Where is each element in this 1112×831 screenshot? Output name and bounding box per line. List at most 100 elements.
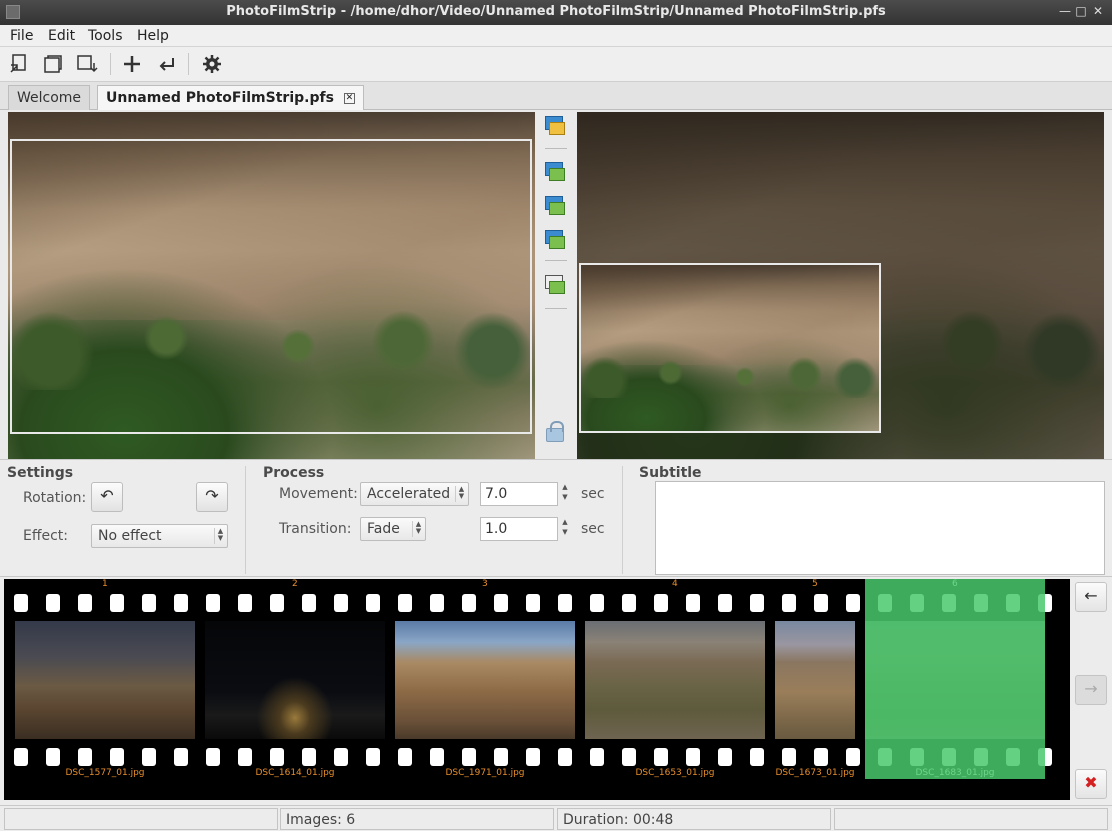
sprocket-hole — [302, 748, 316, 766]
sprocket-hole — [622, 748, 636, 766]
sprocket-hole — [270, 594, 284, 612]
sprocket-hole — [334, 748, 348, 766]
film-strip[interactable]: 1 DSC_1577_01.jpg 2 DSC_1614_01.jpg 3 DS… — [4, 579, 1070, 800]
sprocket-hole — [718, 748, 732, 766]
sprocket-hole — [750, 748, 764, 766]
sprocket-hole — [110, 594, 124, 612]
sprocket-hole — [558, 594, 572, 612]
image-properties-icon[interactable] — [543, 114, 567, 138]
tab-bar: Welcome Unnamed PhotoFilmStrip.pfs ✕ — [0, 82, 1112, 111]
film-thumbnail[interactable] — [585, 621, 765, 739]
sprocket-hole — [78, 748, 92, 766]
status-field-empty — [4, 808, 278, 830]
film-thumbnail[interactable] — [15, 621, 195, 739]
sprocket-hole — [494, 748, 508, 766]
menu-edit[interactable]: Edit — [48, 28, 75, 44]
frame-number: 3 — [482, 579, 488, 589]
save-project-icon[interactable] — [75, 53, 99, 75]
sprocket-hole — [526, 748, 540, 766]
action-column — [537, 110, 575, 460]
settings-title: Settings — [7, 465, 74, 481]
title-bar: PhotoFilmStrip - /home/dhor/Video/Unname… — [0, 0, 1112, 25]
close-window-button[interactable]: ✕ — [1091, 4, 1105, 18]
selected-frame-highlight[interactable]: DSC_1683_01.jpg — [865, 579, 1045, 779]
tab-label: Welcome — [17, 90, 82, 106]
menu-bar: File Edit Tools Help — [0, 25, 1112, 47]
preview-area — [0, 110, 1112, 460]
swap-start-end-icon[interactable] — [543, 228, 567, 252]
new-project-icon[interactable] — [8, 53, 32, 75]
film-thumbnail[interactable] — [395, 621, 575, 739]
sprocket-hole — [366, 594, 380, 612]
settings-icon[interactable] — [200, 53, 224, 75]
remove-image-button[interactable]: ✖ — [1075, 769, 1107, 799]
tab-welcome[interactable]: Welcome — [8, 85, 91, 110]
move-right-button[interactable]: → — [1075, 675, 1107, 705]
sprocket-hole — [462, 748, 476, 766]
movement-label: Movement: — [279, 486, 358, 502]
rotation-label: Rotation: — [23, 490, 87, 506]
effect-dropdown[interactable]: No effect ▲ ▼ — [91, 524, 228, 548]
set-start-to-end-icon[interactable] — [543, 160, 567, 184]
toolbar-separator — [188, 53, 189, 75]
movement-duration-input[interactable]: 7.0 — [480, 482, 558, 506]
sprocket-hole — [590, 594, 604, 612]
spin-arrows-icon: ▲ ▼ — [455, 486, 465, 502]
sprocket-hole — [174, 748, 188, 766]
transition-duration-input[interactable]: 1.0 — [480, 517, 558, 541]
sprocket-hole — [782, 594, 796, 612]
start-image-preview[interactable] — [8, 112, 535, 459]
rotate-left-button[interactable]: ↶ — [91, 482, 123, 512]
undo-icon[interactable] — [155, 53, 179, 75]
maximize-button[interactable]: □ — [1074, 4, 1088, 18]
film-thumbnail[interactable] — [775, 621, 855, 739]
subtitle-input[interactable] — [655, 481, 1105, 575]
movement-unit: sec — [581, 486, 605, 502]
sprocket-hole — [142, 594, 156, 612]
sprocket-hole — [430, 748, 444, 766]
menu-help[interactable]: Help — [137, 28, 169, 44]
open-project-icon[interactable] — [41, 53, 65, 75]
movement-dropdown[interactable]: Accelerated ▲ ▼ — [360, 482, 469, 506]
transition-unit: sec — [581, 521, 605, 537]
film-thumbnail[interactable] — [205, 621, 385, 739]
menu-tools[interactable]: Tools — [88, 28, 123, 44]
random-motion-icon[interactable] — [543, 273, 567, 297]
frame-number: 4 — [672, 579, 678, 589]
menu-file[interactable]: File — [10, 28, 33, 44]
set-end-to-start-icon[interactable] — [543, 194, 567, 218]
tab-label: Unnamed PhotoFilmStrip.pfs — [106, 90, 334, 106]
film-filename: DSC_1673_01.jpg — [775, 768, 855, 778]
spin-arrows-icon: ▲ ▼ — [214, 528, 224, 544]
transition-value: Fade — [367, 521, 400, 537]
toolbar-separator — [110, 53, 111, 75]
end-image-preview[interactable] — [577, 112, 1104, 459]
end-crop-rectangle[interactable] — [579, 263, 881, 433]
frame-number: 5 — [812, 579, 818, 589]
sprocket-hole — [110, 748, 124, 766]
sprocket-hole — [494, 594, 508, 612]
transition-dropdown[interactable]: Fade ▲ ▼ — [360, 517, 426, 541]
sprocket-hole — [14, 748, 28, 766]
film-filename: DSC_1577_01.jpg — [65, 768, 145, 778]
start-crop-rectangle[interactable] — [10, 139, 532, 434]
sprocket-hole — [750, 594, 764, 612]
minimize-button[interactable]: — — [1058, 4, 1072, 18]
lock-icon[interactable] — [546, 421, 564, 442]
transition-duration-stepper[interactable]: ▲ ▼ — [559, 517, 571, 541]
sprocket-hole — [174, 594, 188, 612]
move-left-button[interactable]: ← — [1075, 582, 1107, 612]
images-count: Images: 6 — [280, 808, 554, 830]
sprocket-hole — [366, 748, 380, 766]
movement-duration-stepper[interactable]: ▲ ▼ — [559, 482, 571, 506]
close-tab-icon[interactable]: ✕ — [343, 92, 355, 104]
sprocket-hole — [14, 594, 28, 612]
sprocket-hole — [238, 748, 252, 766]
add-images-icon[interactable] — [120, 53, 144, 75]
film-filename: DSC_1683_01.jpg — [915, 768, 995, 778]
sprocket-hole — [430, 594, 444, 612]
rotate-right-button[interactable]: ↷ — [196, 482, 228, 512]
frame-number: 1 — [102, 579, 108, 589]
frame-number: 2 — [292, 579, 298, 589]
tab-project[interactable]: Unnamed PhotoFilmStrip.pfs ✕ — [97, 85, 364, 111]
